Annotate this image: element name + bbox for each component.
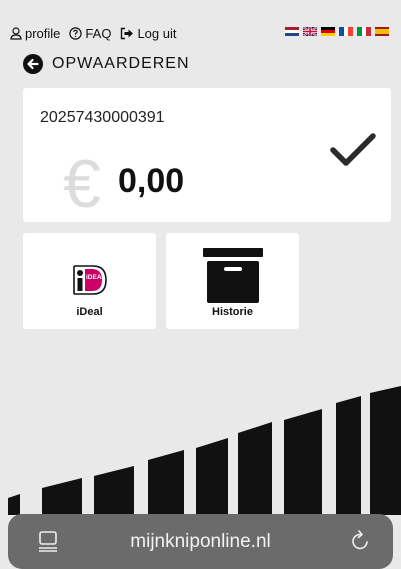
faq-link[interactable]: FAQ xyxy=(69,26,111,41)
arrow-left-icon xyxy=(27,58,39,70)
language-selector xyxy=(285,27,389,36)
profile-link[interactable]: profile xyxy=(10,26,60,41)
flag-es-icon[interactable] xyxy=(375,27,389,36)
flag-en-icon[interactable] xyxy=(303,27,317,36)
checkmark-icon xyxy=(330,133,376,166)
user-icon xyxy=(10,26,22,40)
flag-it-icon[interactable] xyxy=(357,27,371,36)
reload-icon[interactable] xyxy=(351,530,371,552)
ideal-label: iDeal xyxy=(76,306,103,318)
page-title: OPWAARDEREN xyxy=(52,55,190,72)
card-number: 20257430000391 xyxy=(40,109,165,126)
history-label: Historie xyxy=(212,306,253,318)
logout-label: Log uit xyxy=(137,25,177,41)
balance-amount: 0,00 xyxy=(118,162,185,200)
question-icon xyxy=(69,26,83,40)
ideal-logo-icon: iDEAL xyxy=(72,265,107,295)
euro-icon: € xyxy=(63,146,101,222)
archive-box-icon xyxy=(202,248,263,303)
back-button[interactable] xyxy=(23,54,43,74)
ideal-button[interactable]: iDEAL iDeal xyxy=(23,233,156,329)
flag-nl-icon[interactable] xyxy=(285,27,299,36)
profile-label: profile xyxy=(25,25,61,41)
card-balance-panel: 20257430000391 € 0,00 xyxy=(23,88,391,222)
flag-fr-icon[interactable] xyxy=(339,27,353,36)
url-text: mijnkniponline.nl xyxy=(130,531,271,552)
page-header: OPWAARDEREN xyxy=(23,54,190,74)
flag-de-icon[interactable] xyxy=(321,27,335,36)
ideal-logo-text: iDEAL xyxy=(86,274,106,281)
history-button[interactable]: Historie xyxy=(166,233,299,329)
decorative-bars xyxy=(8,386,401,515)
top-navigation: profile FAQ Log uit xyxy=(10,22,391,44)
logout-link[interactable]: Log uit xyxy=(120,26,176,41)
logout-icon xyxy=(121,27,134,39)
faq-label: FAQ xyxy=(85,25,112,41)
